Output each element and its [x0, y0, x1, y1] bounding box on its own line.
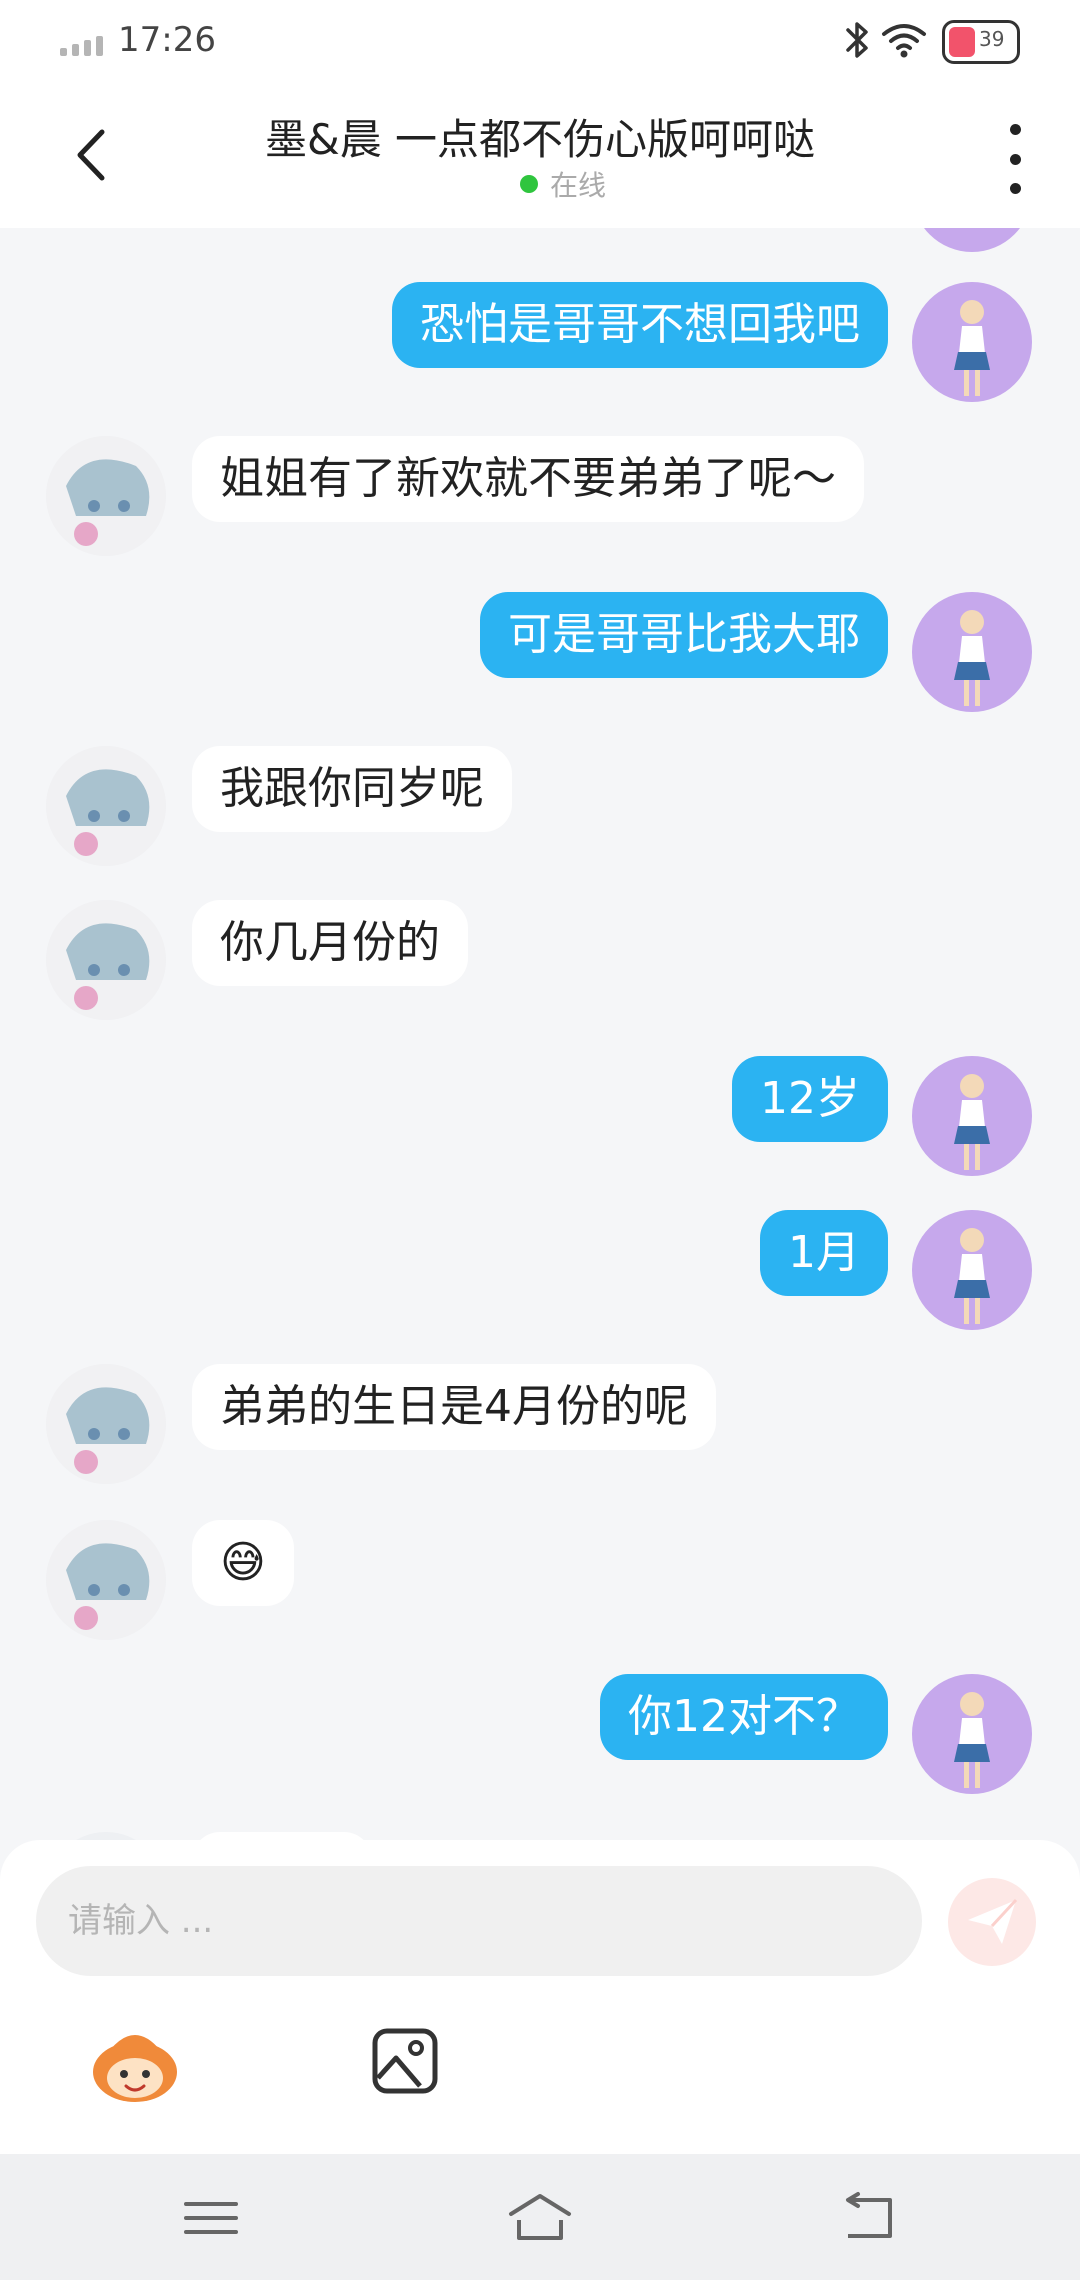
message-bubble-received[interactable]: 弟弟的生日是4月份的呢 [192, 1364, 716, 1450]
message-list[interactable]: 恐怕是哥哥不想回我吧 姐姐有了新欢就不要弟弟了呢～ 可是哥哥比我大耶 我跟你同岁… [0, 228, 1080, 1840]
battery-level: 39 [979, 27, 1005, 51]
contact-avatar[interactable] [46, 1520, 166, 1640]
back-icon[interactable] [834, 2190, 904, 2246]
status-time: 17:26 [118, 20, 216, 60]
contact-avatar[interactable] [46, 1364, 166, 1484]
message-bubble-received[interactable]: 😅 [192, 1520, 294, 1606]
my-avatar[interactable] [912, 228, 1032, 252]
message-bubble-sent[interactable]: 12岁 [732, 1056, 888, 1142]
status-bar: 17:26 39 [0, 0, 1080, 80]
contact-avatar[interactable] [46, 436, 166, 556]
send-icon [968, 1898, 1018, 1944]
message-bubble-received[interactable] [192, 1832, 372, 1840]
message-bubble-sent[interactable]: 你12对不？ [600, 1674, 888, 1760]
contact-avatar[interactable] [46, 1832, 166, 1840]
my-avatar[interactable] [912, 1056, 1032, 1176]
presence-label: 在线 [550, 169, 607, 202]
message-bubble-sent[interactable]: 1月 [760, 1210, 888, 1296]
message-input[interactable]: 请输入 ... [36, 1866, 922, 1976]
online-dot-icon [520, 175, 538, 193]
image-icon[interactable] [370, 2026, 440, 2096]
message-bubble-received[interactable]: 你几月份的 [192, 900, 468, 986]
contact-avatar[interactable] [46, 746, 166, 866]
presence-status: 在线 [520, 164, 606, 204]
chat-title: 墨&晨 一点都不伤心版呵呵哒 [264, 115, 816, 164]
message-bubble-received[interactable]: 姐姐有了新欢就不要弟弟了呢～ [192, 436, 864, 522]
message-bubble-sent[interactable]: 可是哥哥比我大耶 [480, 592, 888, 678]
bluetooth-icon [846, 22, 868, 58]
my-avatar[interactable] [912, 1210, 1032, 1330]
send-button[interactable] [948, 1878, 1036, 1966]
chat-header: 墨&晨 一点都不伤心版呵呵哒 在线 [0, 80, 1080, 228]
emoji-icon[interactable] [90, 2026, 180, 2106]
my-avatar[interactable] [912, 592, 1032, 712]
message-bubble-sent[interactable]: 恐怕是哥哥不想回我吧 [392, 282, 888, 368]
signal-icon [60, 30, 103, 56]
system-nav-bar [0, 2154, 1080, 2280]
more-options-icon[interactable] [1000, 124, 1030, 194]
message-bubble-received[interactable]: 我跟你同岁呢 [192, 746, 512, 832]
menu-icon[interactable] [176, 2190, 246, 2246]
back-arrow-icon[interactable] [60, 120, 130, 190]
contact-avatar[interactable] [46, 900, 166, 1020]
battery-icon: 39 [942, 20, 1020, 64]
my-avatar[interactable] [912, 1674, 1032, 1794]
wifi-icon [882, 24, 926, 58]
my-avatar[interactable] [912, 282, 1032, 402]
home-icon[interactable] [505, 2190, 575, 2246]
input-panel: 请输入 ... [0, 1840, 1080, 2154]
